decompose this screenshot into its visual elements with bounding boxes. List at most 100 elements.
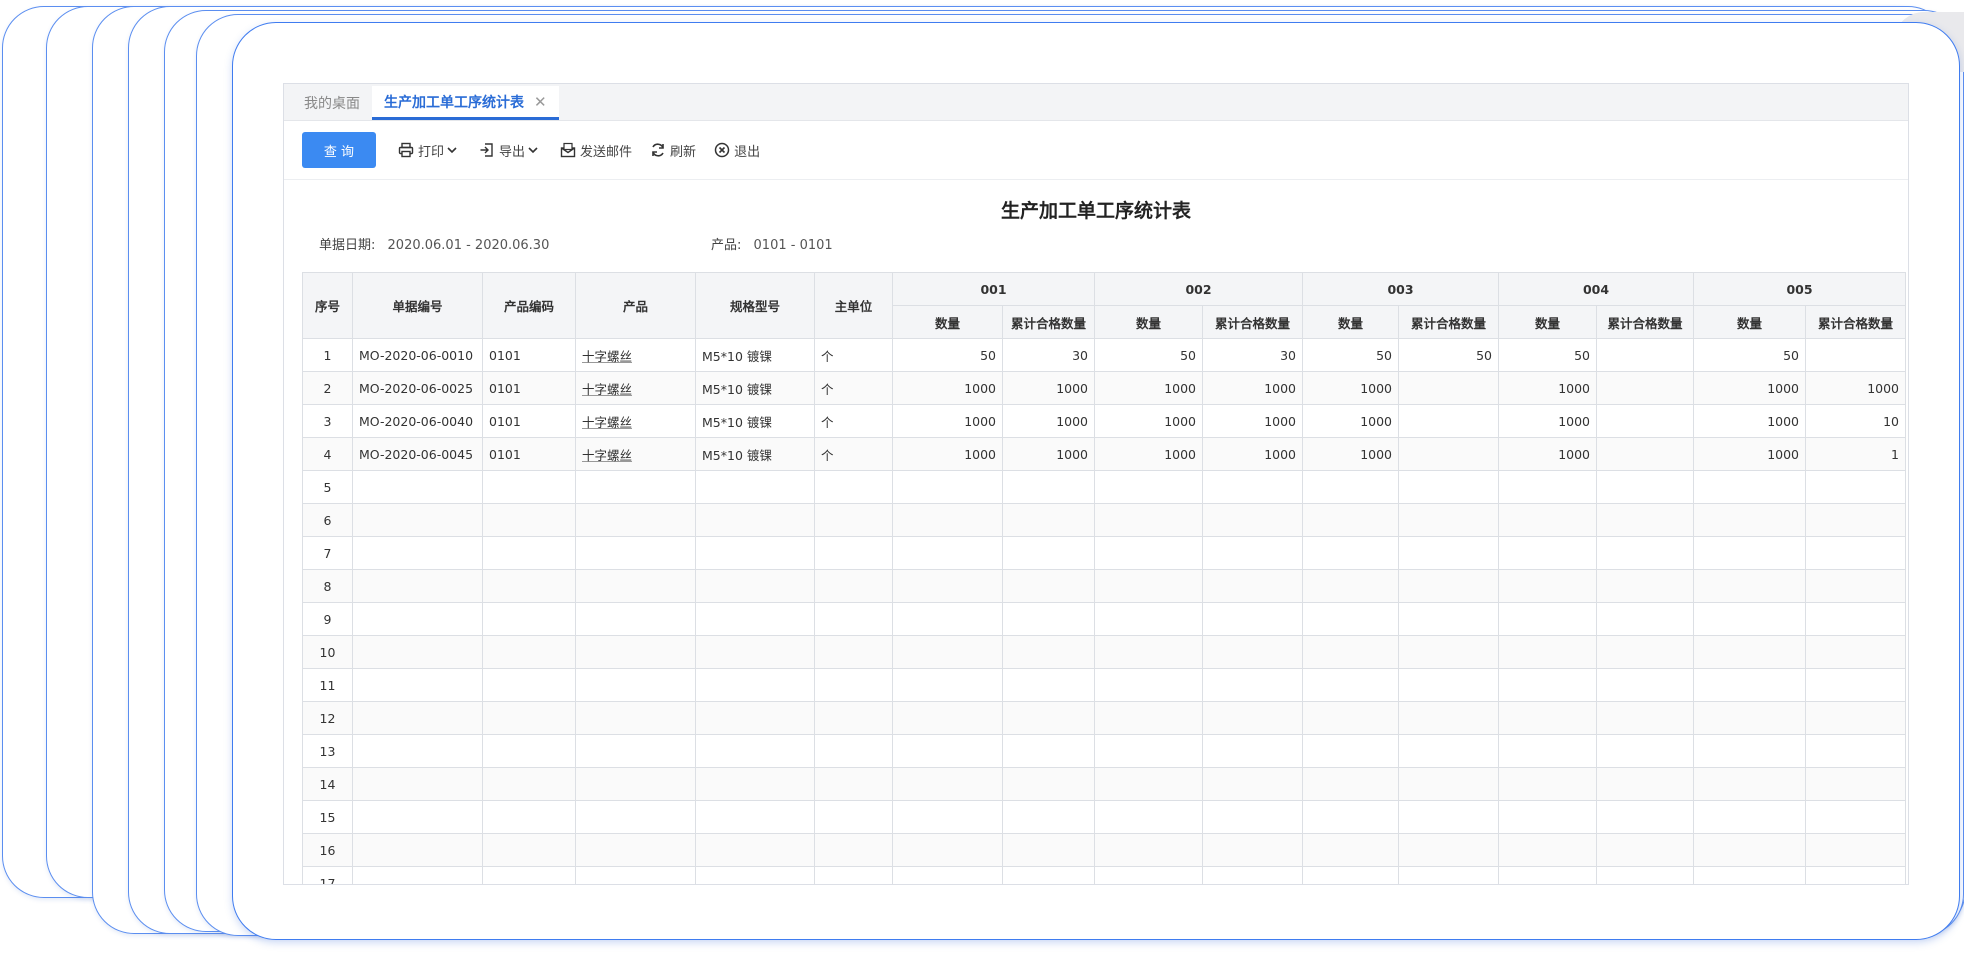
cell-empty[interactable] — [1693, 635, 1806, 669]
cell-empty[interactable] — [1094, 503, 1203, 537]
cell-empty[interactable] — [352, 635, 483, 669]
cell-empty[interactable] — [575, 536, 696, 570]
cell-qty[interactable]: 1000 — [892, 371, 1003, 405]
cell-empty[interactable] — [814, 767, 893, 801]
cell-empty[interactable] — [1094, 470, 1203, 504]
cell-unit[interactable]: 个 — [814, 338, 893, 372]
cell-empty[interactable] — [892, 569, 1003, 603]
cell-seq[interactable]: 9 — [302, 602, 353, 636]
cell-empty[interactable] — [1596, 800, 1694, 834]
cell-empty[interactable] — [1094, 800, 1203, 834]
cell-prod-code[interactable]: 0101 — [482, 338, 576, 372]
cell-empty[interactable] — [1094, 536, 1203, 570]
cell-empty[interactable] — [1202, 701, 1303, 735]
cell-empty[interactable] — [575, 833, 696, 867]
cell-empty[interactable] — [892, 734, 1003, 768]
cell-empty[interactable] — [1596, 668, 1694, 702]
cell-empty[interactable] — [482, 833, 576, 867]
cell-empty[interactable] — [1398, 833, 1499, 867]
cell-cum-qualified[interactable]: 10 — [1805, 404, 1906, 438]
cell-empty[interactable] — [1302, 536, 1399, 570]
cell-empty[interactable] — [814, 602, 893, 636]
cell-empty[interactable] — [1498, 833, 1597, 867]
cell-empty[interactable] — [1094, 833, 1203, 867]
cell-empty[interactable] — [1693, 833, 1806, 867]
cell-seq[interactable]: 2 — [302, 371, 353, 405]
cell-empty[interactable] — [575, 701, 696, 735]
cell-empty[interactable] — [1805, 701, 1906, 735]
cell-empty[interactable] — [814, 503, 893, 537]
cell-seq[interactable]: 14 — [302, 767, 353, 801]
cell-empty[interactable] — [1805, 536, 1906, 570]
cell-qty[interactable]: 1000 — [1302, 404, 1399, 438]
cell-empty[interactable] — [575, 635, 696, 669]
cell-cum-qualified[interactable]: 1000 — [1202, 404, 1303, 438]
cell-qty[interactable]: 1000 — [1094, 404, 1203, 438]
table-row-empty[interactable]: 9 — [302, 602, 1906, 636]
cell-cum-qualified[interactable]: 50 — [1398, 338, 1499, 372]
tab-production-report[interactable]: 生产加工单工序统计表 ✕ — [372, 86, 559, 120]
cell-empty[interactable] — [482, 734, 576, 768]
cell-doc-no[interactable]: MO-2020-06-0045 — [352, 437, 483, 471]
cell-cum-qualified[interactable]: 1000 — [1805, 371, 1906, 405]
cell-empty[interactable] — [1498, 569, 1597, 603]
cell-empty[interactable] — [695, 668, 815, 702]
cell-empty[interactable] — [1302, 734, 1399, 768]
cell-empty[interactable] — [482, 503, 576, 537]
cell-doc-no[interactable]: MO-2020-06-0010 — [352, 338, 483, 372]
cell-empty[interactable] — [352, 569, 483, 603]
cell-empty[interactable] — [482, 602, 576, 636]
cell-qty[interactable]: 1000 — [1498, 371, 1597, 405]
cell-empty[interactable] — [575, 668, 696, 702]
cell-empty[interactable] — [1805, 668, 1906, 702]
cell-empty[interactable] — [1302, 767, 1399, 801]
cell-seq[interactable]: 3 — [302, 404, 353, 438]
cell-empty[interactable] — [1398, 767, 1499, 801]
cell-empty[interactable] — [1302, 866, 1399, 884]
cell-empty[interactable] — [1398, 701, 1499, 735]
col-header-doc-no[interactable]: 单据编号 — [352, 272, 483, 339]
cell-empty[interactable] — [1596, 470, 1694, 504]
cell-empty[interactable] — [1398, 569, 1499, 603]
cell-empty[interactable] — [482, 767, 576, 801]
cell-qty[interactable]: 1000 — [1498, 404, 1597, 438]
cell-unit[interactable]: 个 — [814, 371, 893, 405]
cell-empty[interactable] — [1596, 602, 1694, 636]
cell-empty[interactable] — [1805, 800, 1906, 834]
sub-header-qty[interactable]: 数量 — [1693, 305, 1806, 339]
sub-header-qty[interactable]: 数量 — [1498, 305, 1597, 339]
cell-empty[interactable] — [892, 800, 1003, 834]
cell-empty[interactable] — [814, 800, 893, 834]
cell-cum-qualified[interactable]: 1000 — [1002, 404, 1095, 438]
cell-qty[interactable]: 1000 — [892, 437, 1003, 471]
cell-empty[interactable] — [1302, 668, 1399, 702]
table-row-empty[interactable]: 14 — [302, 767, 1906, 801]
cell-empty[interactable] — [1302, 602, 1399, 636]
cell-seq[interactable]: 7 — [302, 536, 353, 570]
cell-empty[interactable] — [1596, 701, 1694, 735]
cell-empty[interactable] — [1693, 800, 1806, 834]
cell-empty[interactable] — [892, 833, 1003, 867]
cell-empty[interactable] — [1693, 668, 1806, 702]
cell-qty[interactable]: 50 — [1094, 338, 1203, 372]
cell-cum-qualified[interactable]: 1000 — [1202, 437, 1303, 471]
cell-empty[interactable] — [1202, 668, 1303, 702]
cell-empty[interactable] — [695, 866, 815, 884]
cell-empty[interactable] — [1693, 701, 1806, 735]
cell-empty[interactable] — [1596, 503, 1694, 537]
sub-header-cum[interactable]: 累计合格数量 — [1596, 305, 1694, 339]
cell-empty[interactable] — [1596, 833, 1694, 867]
cell-cum-qualified[interactable] — [1596, 437, 1694, 471]
cell-empty[interactable] — [695, 734, 815, 768]
cell-empty[interactable] — [1693, 602, 1806, 636]
cell-empty[interactable] — [1398, 800, 1499, 834]
cell-empty[interactable] — [1498, 602, 1597, 636]
cell-empty[interactable] — [1498, 503, 1597, 537]
cell-empty[interactable] — [1596, 734, 1694, 768]
cell-empty[interactable] — [1202, 635, 1303, 669]
tab-desktop[interactable]: 我的桌面 — [292, 86, 372, 120]
cell-empty[interactable] — [1498, 536, 1597, 570]
cell-qty[interactable]: 1000 — [1302, 371, 1399, 405]
cell-empty[interactable] — [1202, 536, 1303, 570]
cell-empty[interactable] — [1094, 701, 1203, 735]
